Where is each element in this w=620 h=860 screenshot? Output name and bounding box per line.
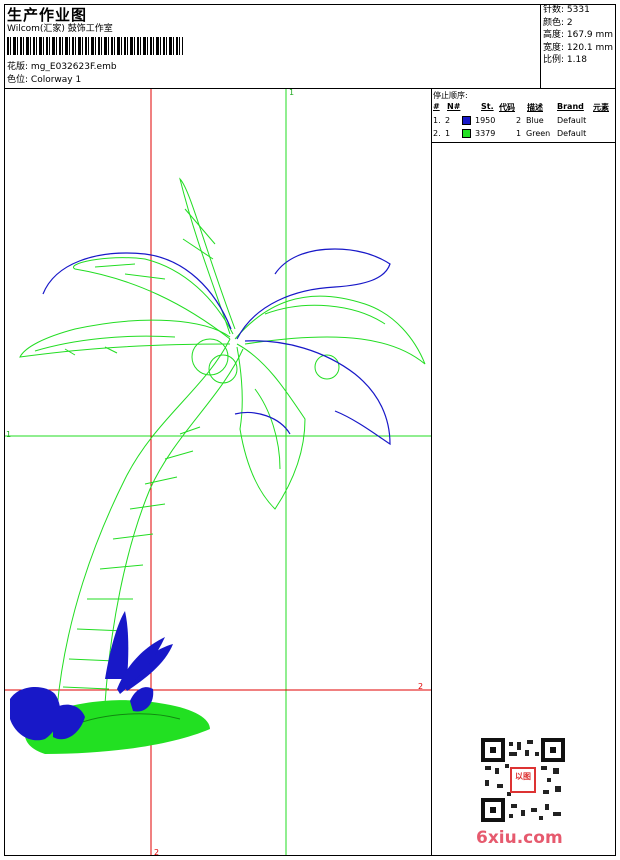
table-divider	[431, 142, 616, 143]
table-row: 1. 2 1950 2 Blue Default	[433, 116, 617, 127]
color-swatch-blue	[462, 116, 471, 125]
stat-colors: 颜色: 2	[543, 17, 573, 28]
row-brand: Default	[557, 116, 587, 125]
row-brand: Default	[557, 129, 587, 138]
site-watermark: 6xiu.com	[476, 828, 563, 848]
row-code: 2	[516, 116, 522, 125]
colorway-value: Colorway 1	[30, 75, 82, 85]
row-stitches: 3379	[475, 129, 496, 138]
row-stitches: 1950	[475, 116, 496, 125]
row-code: 1	[516, 129, 522, 138]
palm-fronds	[19, 177, 426, 510]
design-label-text: 花版:	[7, 62, 29, 72]
col-index: #	[433, 102, 440, 111]
design-canvas	[5, 89, 431, 855]
col-needle: N#	[447, 102, 461, 111]
colorway-label: 色位: Colorway 1	[7, 75, 81, 86]
col-brand: Brand	[557, 102, 584, 111]
seal-text: 以图	[515, 772, 531, 781]
design-stats: 针数: 5331 颜色: 2 高度: 167.9 mm 宽度: 120.1 mm…	[543, 5, 613, 68]
row-needle: 1	[445, 129, 451, 138]
row-desc: Blue	[526, 116, 544, 125]
col-elements: 元素	[593, 103, 609, 112]
guide-label-green-h: 1	[6, 430, 12, 439]
col-code: 代码	[499, 103, 515, 112]
guide-label-red-h: 2	[418, 682, 424, 691]
row-index: 1.	[433, 116, 441, 125]
design-file: mg_E032623F.emb	[30, 62, 117, 72]
company-name: Wilcom(汇家) 鼓饰工作室	[7, 24, 113, 34]
design-label: 花版: mg_E032623F.emb	[7, 62, 117, 73]
row-needle: 2	[445, 116, 451, 125]
stat-width: 宽度: 120.1 mm	[543, 42, 614, 53]
stats-divider	[540, 4, 541, 88]
col-stitches: St.	[481, 102, 494, 111]
guide-label-red-v: 2	[154, 848, 160, 857]
stat-scale: 比例: 1.18	[543, 55, 587, 65]
barcode	[7, 37, 183, 55]
stop-sequence-header: # N# St. 代码 描述 Brand 元素	[433, 102, 617, 113]
color-swatch-green	[462, 129, 471, 138]
page-title: 生产作业图	[7, 6, 88, 24]
col-desc: 描述	[527, 103, 543, 112]
stop-sequence-title: 停止顺序:	[433, 91, 468, 100]
guide-label-green-v: 1	[289, 88, 295, 97]
colorway-label-text: 色位:	[7, 75, 29, 85]
stat-stitches: 针数: 5331	[543, 5, 590, 15]
table-row: 2. 1 3379 1 Green Default	[433, 129, 617, 140]
panel-divider	[431, 88, 432, 856]
row-desc: Green	[526, 129, 551, 138]
stat-height: 高度: 167.9 mm	[543, 30, 614, 40]
palm-base	[10, 611, 210, 754]
row-index: 2.	[433, 129, 441, 138]
